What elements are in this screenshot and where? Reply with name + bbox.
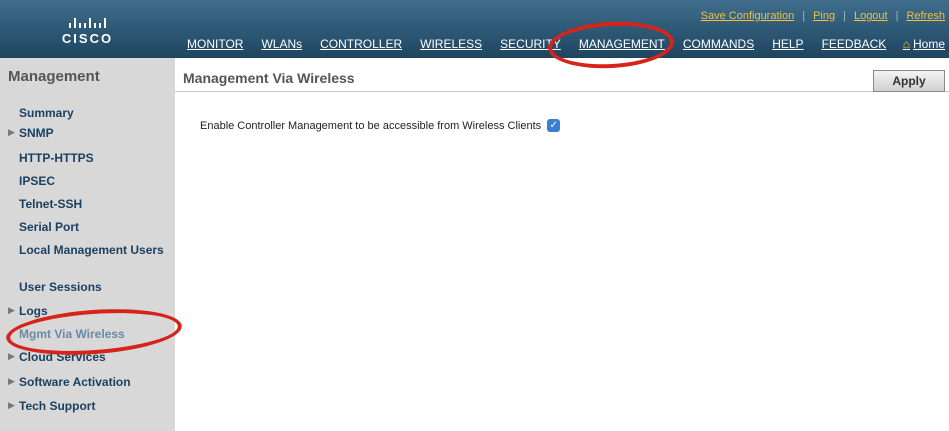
home-icon: ⌂ (902, 37, 910, 51)
expand-arrow-icon[interactable]: ▶ (8, 351, 15, 362)
top-bar: CISCO Save Configuration | Ping | Logout… (0, 0, 949, 58)
sidebar-item-summary[interactable]: Summary (19, 106, 74, 120)
logout-link[interactable]: Logout (854, 10, 888, 22)
sidebar-item-cloud-services[interactable]: Cloud Services (19, 350, 106, 364)
mgmt-via-wireless-setting: Enable Controller Management to be acces… (200, 119, 561, 132)
setting-label: Enable Controller Management to be acces… (200, 119, 542, 132)
sidebar-item-logs[interactable]: Logs (19, 304, 48, 318)
refresh-link[interactable]: Refresh (906, 10, 945, 22)
home-link[interactable]: ⌂ Home (903, 37, 945, 51)
sidebar-item-http-https[interactable]: HTTP-HTTPS (19, 151, 94, 165)
nav-controller[interactable]: CONTROLLER (320, 37, 402, 51)
sidebar-item-mgmt-via-wireless[interactable]: Mgmt Via Wireless (19, 327, 125, 341)
nav-wlans[interactable]: WLANs (261, 37, 302, 51)
expand-arrow-icon[interactable]: ▶ (8, 127, 15, 138)
ping-link[interactable]: Ping (813, 10, 835, 22)
sidebar-item-ipsec[interactable]: IPSEC (19, 174, 55, 188)
save-configuration-link[interactable]: Save Configuration (701, 10, 795, 22)
expand-arrow-icon[interactable]: ▶ (8, 376, 15, 387)
logo-bars-icon (69, 12, 106, 28)
main-nav: MONITOR WLANs CONTROLLER WIRELESS SECURI… (187, 37, 904, 51)
sidebar-item-user-sessions[interactable]: User Sessions (19, 280, 102, 294)
nav-management[interactable]: MANAGEMENT (579, 37, 665, 51)
cisco-logo[interactable]: CISCO (0, 0, 175, 58)
nav-feedback[interactable]: FEEDBACK (822, 37, 887, 51)
utility-links: Save Configuration | Ping | Logout | Ref… (701, 10, 945, 22)
sidebar-item-tech-support[interactable]: Tech Support (19, 399, 95, 413)
expand-arrow-icon[interactable]: ▶ (8, 305, 15, 316)
nav-wireless[interactable]: WIRELESS (420, 37, 482, 51)
nav-commands[interactable]: COMMANDS (683, 37, 754, 51)
content-header: Management Via Wireless Apply (175, 58, 949, 92)
apply-button[interactable]: Apply (873, 70, 945, 92)
sidebar: Management Summary ▶ SNMP HTTP-HTTPS IPS… (0, 58, 175, 431)
sidebar-item-software-activation[interactable]: Software Activation (19, 375, 131, 389)
page-title: Management Via Wireless (183, 70, 355, 86)
nav-security[interactable]: SECURITY (500, 37, 561, 51)
sidebar-title: Management (8, 68, 100, 85)
divider: | (895, 10, 899, 22)
logo-wordmark: CISCO (61, 31, 114, 46)
nav-monitor[interactable]: MONITOR (187, 37, 243, 51)
divider: | (802, 10, 806, 22)
home-label: Home (912, 37, 945, 51)
expand-arrow-icon[interactable]: ▶ (8, 400, 15, 411)
sidebar-item-local-management-users[interactable]: Local Management Users (19, 243, 169, 257)
sidebar-item-serial-port[interactable]: Serial Port (19, 220, 79, 234)
sidebar-item-snmp[interactable]: SNMP (19, 126, 54, 140)
nav-help[interactable]: HELP (772, 37, 803, 51)
enable-mgmt-wireless-checkbox[interactable]: ✓ (547, 119, 561, 132)
sidebar-item-telnet-ssh[interactable]: Telnet-SSH (19, 197, 82, 211)
divider: | (843, 10, 846, 22)
